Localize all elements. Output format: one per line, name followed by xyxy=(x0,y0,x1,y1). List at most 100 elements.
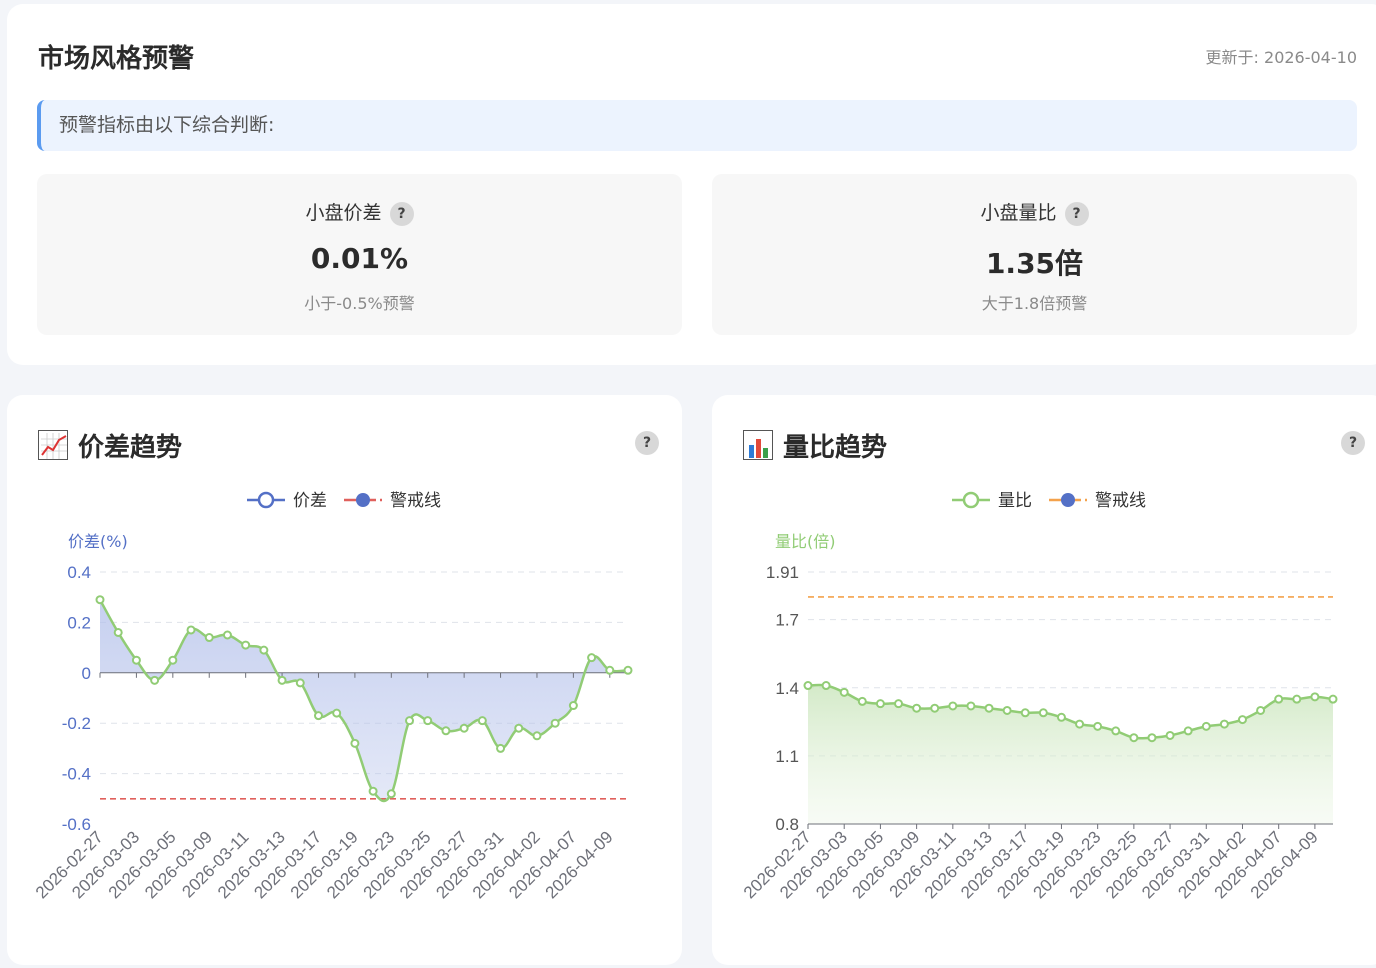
spread-trend-chart: 价差 警戒线价差(%)0.40.20-0.2-0.4-0.62026-02-272… xyxy=(32,491,633,902)
y-tick-label: -0.2 xyxy=(62,714,91,733)
question-mark-icon[interactable]: ? xyxy=(635,431,659,455)
info-banner: 预警指标由以下综合判断: xyxy=(37,100,1357,151)
data-point xyxy=(423,716,433,726)
data-point xyxy=(1201,721,1211,731)
data-point xyxy=(1183,726,1193,736)
data-point xyxy=(839,687,849,697)
metric-card-spread: 小盘价差? 0.01% 小于-0.5%预警 xyxy=(37,174,682,335)
legend-series-marker xyxy=(257,491,275,509)
data-point xyxy=(532,731,542,741)
spread-trend-card: 价差 警戒线 价差(%) 0.4 0.2 0 -0.2 -0.4 -0.6 2026-02-27 2… xyxy=(7,395,682,965)
data-point xyxy=(496,743,506,753)
volume-trend-chart: 量比 警戒线量比(倍)1.911.71.41.10.82026-02-272026… xyxy=(740,491,1338,902)
y-tick-label: -0.6 xyxy=(62,815,91,834)
y-tick-label: 0 xyxy=(82,664,91,683)
data-point xyxy=(131,655,141,665)
data-point xyxy=(186,625,196,635)
data-point xyxy=(1093,721,1103,731)
y-tick-label: 1.1 xyxy=(775,747,799,766)
legend-alert-label: 警戒线 xyxy=(390,491,441,511)
metric-label: 小盘量比 xyxy=(980,202,1057,224)
data-point xyxy=(386,789,396,799)
question-mark-icon[interactable]: ? xyxy=(1341,431,1365,455)
y-tick-label: -0.4 xyxy=(62,765,91,784)
data-point xyxy=(984,703,994,713)
data-point xyxy=(477,716,487,726)
legend-alert-label: 警戒线 xyxy=(1095,491,1146,511)
data-point xyxy=(1075,719,1085,729)
y-tick-label: 1.7 xyxy=(775,611,799,630)
y-tick-label: 1.91 xyxy=(766,563,799,582)
metric-card-volume: 小盘量比? 1.35倍 大于1.8倍预警 xyxy=(712,174,1357,335)
y-axis-label: 量比(倍) xyxy=(775,532,836,551)
data-point xyxy=(405,716,415,726)
metric-threshold: 小于-0.5%预警 xyxy=(304,294,415,313)
data-point xyxy=(1129,733,1139,743)
data-point xyxy=(912,703,922,713)
chart-increasing-icon xyxy=(38,430,68,460)
legend-series-label: 价差 xyxy=(293,491,327,511)
data-point xyxy=(875,699,885,709)
question-mark-icon[interactable]: ? xyxy=(1064,201,1089,226)
data-point xyxy=(241,640,251,650)
data-point xyxy=(1310,692,1320,702)
data-point xyxy=(295,678,305,688)
question-mark-icon[interactable]: ? xyxy=(389,201,414,226)
data-point xyxy=(168,655,178,665)
data-point xyxy=(313,711,323,721)
data-point xyxy=(150,675,160,685)
data-point xyxy=(894,699,904,709)
metric-threshold: 大于1.8倍预警 xyxy=(981,294,1088,313)
legend-alert-marker xyxy=(1061,493,1075,507)
metric-value: 1.35倍 xyxy=(985,247,1084,280)
bar-chart-icon xyxy=(743,430,773,460)
page-title: 市场风格预警 xyxy=(38,44,195,74)
metric-value: 0.01% xyxy=(310,242,409,275)
y-axis-label: 价差(%) xyxy=(68,532,128,551)
legend-series-label: 量比 xyxy=(998,491,1032,511)
data-point xyxy=(95,595,105,605)
data-point xyxy=(1219,719,1229,729)
series-area xyxy=(808,684,1333,824)
y-tick-label: 0.8 xyxy=(775,815,799,834)
data-point xyxy=(1038,708,1048,718)
warning-summary-card: 市场风格预警 更新于: 2026-04-10 预警指标由以下综合判断: 小盘价差… xyxy=(7,4,1376,365)
metric-label-row: 小盘量比? xyxy=(712,198,1357,226)
legend-series-marker xyxy=(962,491,980,509)
y-tick-label: 0.4 xyxy=(67,563,91,582)
data-point xyxy=(1020,708,1030,718)
legend-alert-marker xyxy=(356,493,370,507)
data-point xyxy=(350,738,360,748)
data-point xyxy=(966,701,976,711)
metric-label: 小盘价差 xyxy=(305,202,382,224)
data-point xyxy=(821,681,831,691)
data-point xyxy=(605,665,615,675)
data-point xyxy=(857,696,867,706)
data-point xyxy=(948,701,958,711)
volume-chart-title: 量比趋势 xyxy=(743,427,887,464)
data-point xyxy=(587,653,597,663)
data-point xyxy=(1274,694,1284,704)
data-point xyxy=(1002,705,1012,715)
chart-title-text: 量比趋势 xyxy=(783,433,888,463)
y-tick-label: 0.2 xyxy=(67,613,91,632)
data-point xyxy=(113,627,123,637)
data-point xyxy=(1056,712,1066,722)
data-point xyxy=(803,681,813,691)
data-point xyxy=(204,633,214,643)
data-point xyxy=(550,718,560,728)
data-point xyxy=(459,723,469,733)
data-point xyxy=(1165,730,1175,740)
data-point xyxy=(259,645,269,655)
data-point xyxy=(368,786,378,796)
data-point xyxy=(1256,705,1266,715)
data-point xyxy=(568,701,578,711)
spread-chart-title: 价差趋势 xyxy=(38,427,182,464)
data-point xyxy=(623,665,633,675)
data-point xyxy=(1147,733,1157,743)
metric-label-row: 小盘价差? xyxy=(37,198,682,226)
chart-title-text: 价差趋势 xyxy=(78,433,183,463)
data-point xyxy=(332,708,342,718)
y-tick-label: 1.4 xyxy=(775,679,799,698)
data-point xyxy=(1292,694,1302,704)
